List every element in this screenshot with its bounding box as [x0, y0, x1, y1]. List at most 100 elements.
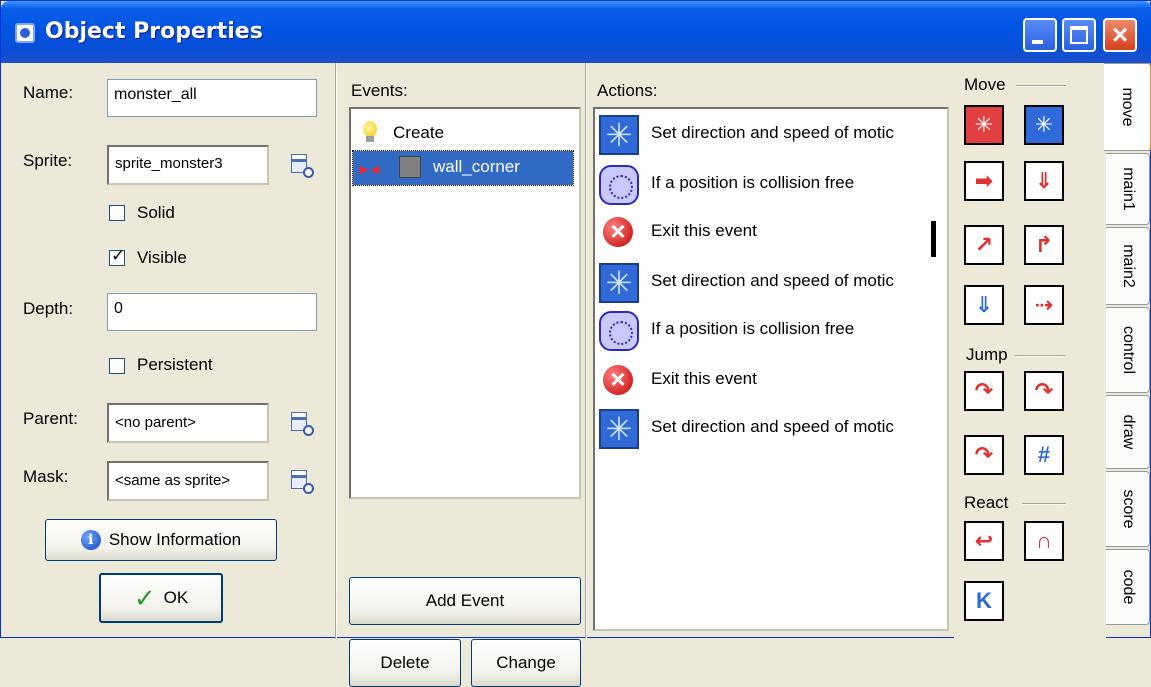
- parent-label: Parent:: [23, 409, 78, 428]
- ok-button[interactable]: ✓ OK: [99, 573, 223, 623]
- actions-list[interactable]: Set direction and speed of motic If a po…: [593, 107, 949, 631]
- group-divider: [1014, 355, 1066, 357]
- change-label: Change: [496, 653, 556, 672]
- group-divider: [1016, 85, 1066, 87]
- reverse-horizontal-tool[interactable]: ⇓: [964, 285, 1004, 325]
- close-button[interactable]: ×: [1103, 18, 1137, 52]
- jump-to-random-tool[interactable]: ↷: [964, 435, 1004, 475]
- tab-label: score: [1119, 489, 1137, 529]
- minimize-button[interactable]: [1023, 18, 1057, 52]
- tab-label: control: [1119, 325, 1137, 375]
- tab-draw[interactable]: draw: [1106, 395, 1150, 469]
- tab-strip: move main1 main2 control draw score code: [1104, 63, 1151, 639]
- event-label: wall_corner: [433, 157, 520, 176]
- set-gravity-tool[interactable]: ↱: [1024, 225, 1064, 265]
- checkmark-icon: ✓: [133, 583, 156, 613]
- ok-label: OK: [163, 588, 189, 607]
- parent-menu-icon[interactable]: [289, 411, 314, 436]
- action-label: If a position is collision free: [651, 319, 855, 338]
- tab-main1[interactable]: main1: [1106, 153, 1150, 225]
- action-label: Set direction and speed of motic: [651, 123, 894, 142]
- move-free-tool[interactable]: ✳: [1024, 105, 1064, 145]
- move-fixed-icon: [599, 409, 639, 449]
- object-properties-window: Object Properties × Name: monster_all Sp…: [0, 0, 1151, 687]
- maximize-button[interactable]: [1062, 18, 1096, 52]
- check-icon: ✓: [111, 246, 126, 265]
- move-towards-tool[interactable]: ➡: [964, 161, 1004, 201]
- events-label: Events:: [351, 81, 408, 100]
- object-sprite-icon: [399, 156, 421, 178]
- event-item-wall-corner[interactable]: ►◄ wall_corner: [352, 150, 574, 186]
- solid-label: Solid: [137, 203, 175, 222]
- action-item[interactable]: Exit this event: [599, 357, 939, 407]
- actions-label: Actions:: [597, 81, 658, 100]
- snap-to-grid-tool[interactable]: #: [1024, 435, 1064, 475]
- tab-move[interactable]: move: [1104, 63, 1151, 151]
- action-label: If a position is collision free: [651, 173, 855, 192]
- action-label: Exit this event: [651, 221, 757, 240]
- add-event-label: Add Event: [425, 591, 505, 610]
- sprite-field[interactable]: sprite_monster3: [107, 145, 269, 185]
- tab-code[interactable]: code: [1106, 549, 1150, 625]
- exit-event-icon: [599, 361, 639, 401]
- tab-main2[interactable]: main2: [1106, 227, 1150, 305]
- solid-checkbox[interactable]: [109, 205, 125, 221]
- collision-icon: ►◄: [357, 161, 382, 177]
- speed-horizontal-tool[interactable]: ⇓: [1024, 161, 1064, 201]
- jump-to-position-tool[interactable]: ↷: [964, 371, 1004, 411]
- client-area: Name: monster_all Sprite: sprite_monster…: [1, 63, 1151, 687]
- depth-input[interactable]: 0: [107, 293, 317, 331]
- action-label: Set direction and speed of motic: [651, 271, 894, 290]
- divider: [335, 63, 337, 639]
- sprite-menu-icon[interactable]: [289, 153, 314, 178]
- jump-to-start-tool[interactable]: ↷: [1024, 371, 1064, 411]
- check-collision-icon: [599, 311, 639, 351]
- name-input[interactable]: monster_all: [107, 79, 317, 117]
- mask-field[interactable]: <same as sprite>: [107, 461, 269, 501]
- react-group-label: React: [964, 493, 1009, 512]
- action-item[interactable]: If a position is collision free: [599, 307, 939, 357]
- persistent-label: Persistent: [137, 355, 213, 374]
- close-icon: ×: [1111, 19, 1129, 50]
- action-item[interactable]: If a position is collision free: [599, 161, 939, 211]
- action-item[interactable]: Exit this event: [599, 209, 939, 259]
- name-label: Name:: [23, 83, 74, 102]
- action-item[interactable]: Set direction and speed of motic: [599, 405, 939, 455]
- reverse-vertical-tool[interactable]: ⇢: [1024, 285, 1064, 325]
- move-to-contact-tool[interactable]: K: [964, 581, 1004, 621]
- tab-score[interactable]: score: [1106, 471, 1150, 547]
- lightbulb-icon: [363, 121, 377, 142]
- info-icon: i: [80, 530, 101, 550]
- speed-vertical-tool[interactable]: ↗: [964, 225, 1004, 265]
- visible-checkbox[interactable]: ✓: [109, 246, 125, 266]
- group-divider: [1022, 503, 1066, 505]
- parent-field[interactable]: <no parent>: [107, 403, 269, 443]
- check-collision-icon: [599, 165, 639, 205]
- events-list[interactable]: Create ►◄ wall_corner: [349, 107, 581, 499]
- event-label: Create: [393, 123, 445, 142]
- tab-label: main2: [1119, 244, 1137, 288]
- show-information-button[interactable]: i Show Information: [45, 519, 277, 561]
- tab-label: move: [1119, 87, 1136, 127]
- mask-menu-icon[interactable]: [289, 469, 314, 494]
- add-event-button[interactable]: Add Event: [349, 577, 581, 625]
- text-cursor: [931, 221, 936, 257]
- tab-label: draw: [1119, 414, 1137, 450]
- reverse-direction-tool[interactable]: ↩: [964, 521, 1004, 561]
- delete-button[interactable]: Delete: [349, 639, 461, 687]
- action-item[interactable]: Set direction and speed of motic: [599, 111, 939, 161]
- event-item-create[interactable]: Create: [353, 117, 573, 151]
- move-fixed-icon: [599, 115, 639, 155]
- change-button[interactable]: Change: [471, 639, 581, 687]
- move-fixed-tool[interactable]: ✳: [964, 105, 1004, 145]
- tab-label: code: [1119, 569, 1137, 605]
- title-bar[interactable]: Object Properties ×: [1, 1, 1151, 63]
- bounce-tool[interactable]: ∩: [1024, 521, 1064, 561]
- visible-label: Visible: [137, 248, 187, 267]
- window-title: Object Properties: [45, 19, 263, 44]
- persistent-checkbox[interactable]: [109, 358, 125, 374]
- jump-group-label: Jump: [966, 345, 1008, 364]
- show-information-label: Show Information: [108, 530, 242, 549]
- tab-control[interactable]: control: [1106, 307, 1150, 393]
- action-item[interactable]: Set direction and speed of motic: [599, 259, 939, 309]
